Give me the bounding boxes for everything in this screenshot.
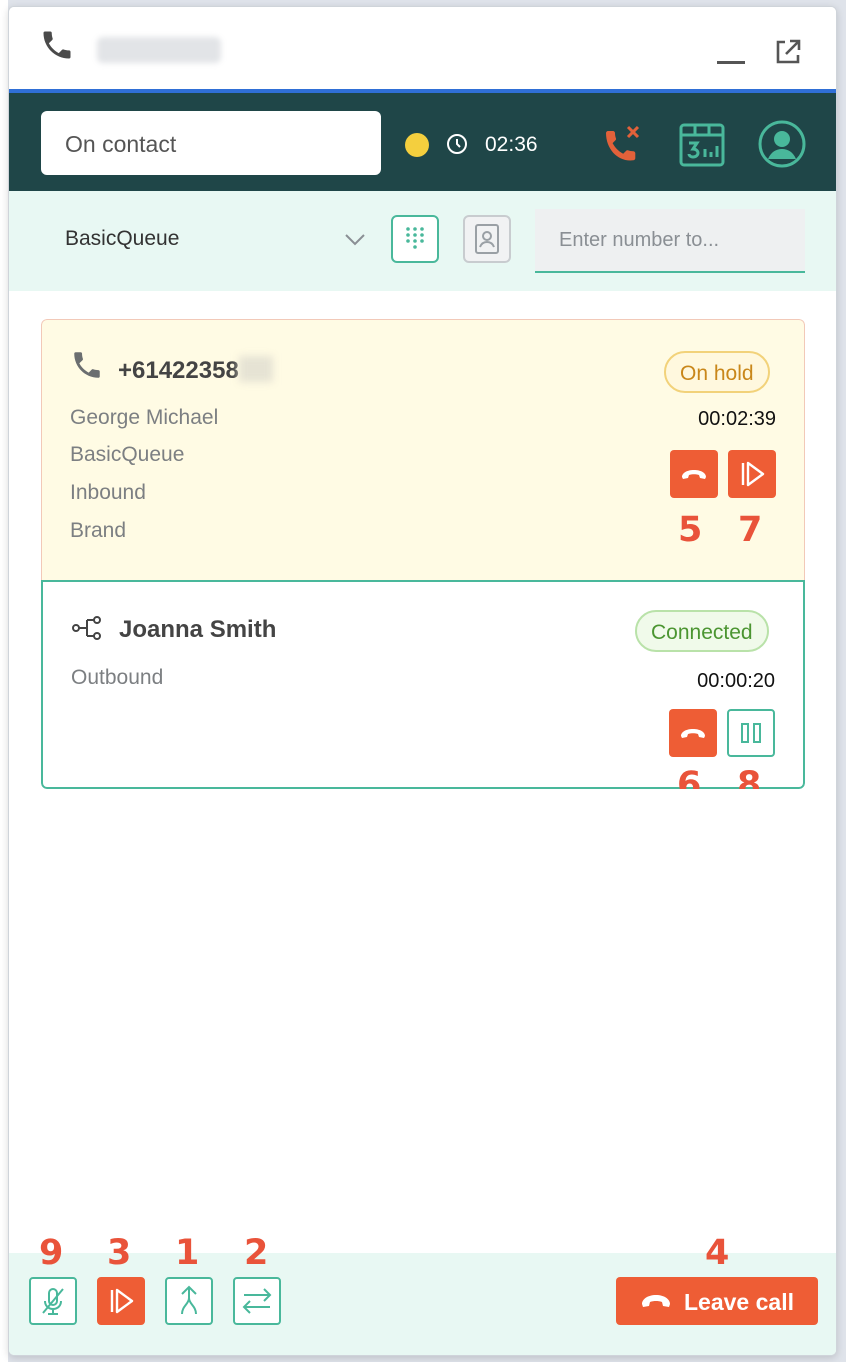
status-timer: 02:36 [485,133,538,156]
window-title [97,37,221,63]
call-duration: 00:00:20 [697,670,775,692]
agent-status-header: On contact 02:36 [9,93,836,191]
agent-status-select[interactable]: On contact [41,111,381,175]
hangup-leg-button[interactable] [670,450,718,498]
play-icon [728,450,776,498]
annotation-label: 9 [39,1233,64,1273]
leave-call-button[interactable]: Leave call [616,1277,818,1325]
contact-card-icon [465,217,509,261]
status-dot [405,133,429,157]
annotation-label: 7 [738,510,763,550]
participant-name: Joanna Smith [119,616,277,643]
call-leg-1: +61422358 On hold George Michael 00:02:3… [41,319,805,581]
annotation-label: 5 [678,510,703,550]
call-brand: Brand [70,519,127,542]
status-badge: Connected [635,610,769,652]
hangup-leg-button[interactable] [669,709,717,757]
clock-icon [445,132,469,156]
caller-number: +61422358 [118,356,273,385]
conference-icon [71,612,105,646]
number-input[interactable] [535,209,805,273]
annotation-label: 2 [244,1233,269,1273]
chevron-down-icon[interactable] [343,227,367,251]
redacted-digits [238,356,273,382]
call-queue: BasicQueue [70,443,185,466]
resume-leg-button[interactable] [728,450,776,498]
mute-button[interactable] [29,1277,77,1325]
merge-icon [167,1279,211,1323]
caller-name: George Michael [70,406,219,429]
annotation-label: 3 [107,1233,132,1273]
pause-icon [729,711,773,755]
annotation-label: 1 [175,1233,200,1273]
calendar-stats-icon[interactable] [677,119,727,169]
phone-icon [70,348,104,382]
backdrop [0,0,8,1362]
external-link-icon[interactable] [773,37,803,67]
dialer-window: On contact 02:36 BasicQueue Enter number… [8,6,837,1356]
call-controls-footer: 9 3 1 2 4 Leave call [9,1233,836,1355]
play-icon [99,1279,143,1323]
annotation-label: 6 [677,765,702,789]
status-badge: On hold [664,351,770,393]
queue-select[interactable]: BasicQueue [65,227,179,251]
annotation-label: 4 [705,1233,730,1273]
call-leg-2: Joanna Smith Connected Outbound 00:00:20… [41,580,805,789]
mic-off-icon [31,1279,75,1323]
phone-icon [39,27,75,63]
minimize-icon[interactable] [717,61,745,64]
call-duration: 00:02:39 [698,408,776,430]
call-card: +61422358 On hold George Michael 00:02:3… [41,319,805,789]
resume-all-button[interactable] [97,1277,145,1325]
hangup-icon [670,450,718,498]
transfer-button[interactable] [233,1277,281,1325]
transfer-icon [235,1279,279,1323]
user-avatar-icon[interactable] [757,119,807,169]
annotation-label: 8 [737,765,762,789]
call-direction: Inbound [70,481,146,504]
missed-call-icon[interactable] [595,119,645,169]
dialpad-button[interactable] [391,215,439,263]
title-bar [9,7,836,91]
hangup-icon [640,1289,672,1313]
dialpad-icon [393,217,437,261]
merge-call-button[interactable] [165,1277,213,1325]
leave-call-label: Leave call [684,1289,794,1315]
hold-leg-button[interactable] [727,709,775,757]
contacts-button[interactable] [463,215,511,263]
hangup-icon [669,709,717,757]
queue-bar: BasicQueue [9,191,836,291]
call-direction: Outbound [71,666,164,689]
